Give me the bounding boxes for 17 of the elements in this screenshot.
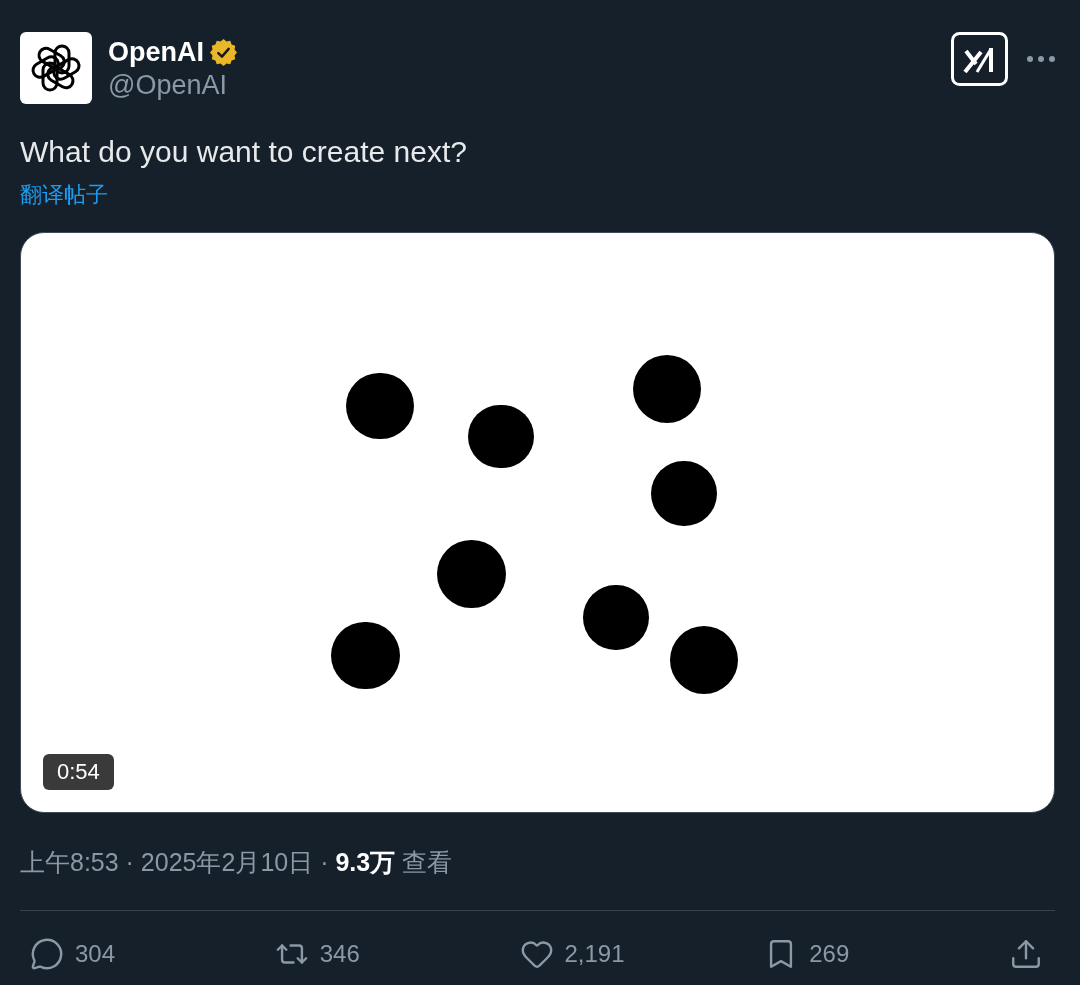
share-button[interactable] (1009, 937, 1043, 971)
author-name[interactable]: OpenAI (108, 36, 204, 68)
knot-logo-icon (20, 32, 92, 104)
like-button[interactable]: 2,191 (519, 937, 765, 971)
post-text: What do you want to create next? (20, 134, 468, 170)
video-frame[interactable]: 0:54 (20, 232, 1055, 813)
slash-logo-icon[interactable] (951, 32, 1008, 86)
more-icon[interactable] (1027, 56, 1055, 62)
post-meta: 上午8:53 · 2025年2月10日 · 9.3万 查看 (20, 847, 454, 878)
author-handle[interactable]: @OpenAI (108, 68, 237, 102)
repost-button[interactable]: 346 (274, 937, 520, 971)
upload-icon (1009, 937, 1043, 971)
translate-link[interactable]: 翻译帖子 (20, 181, 108, 209)
speech-bubble-icon (30, 937, 64, 971)
bookmark-button[interactable]: 269 (764, 937, 1009, 971)
reply-button[interactable]: 304 (30, 937, 275, 971)
video-duration: 0:54 (43, 754, 114, 790)
